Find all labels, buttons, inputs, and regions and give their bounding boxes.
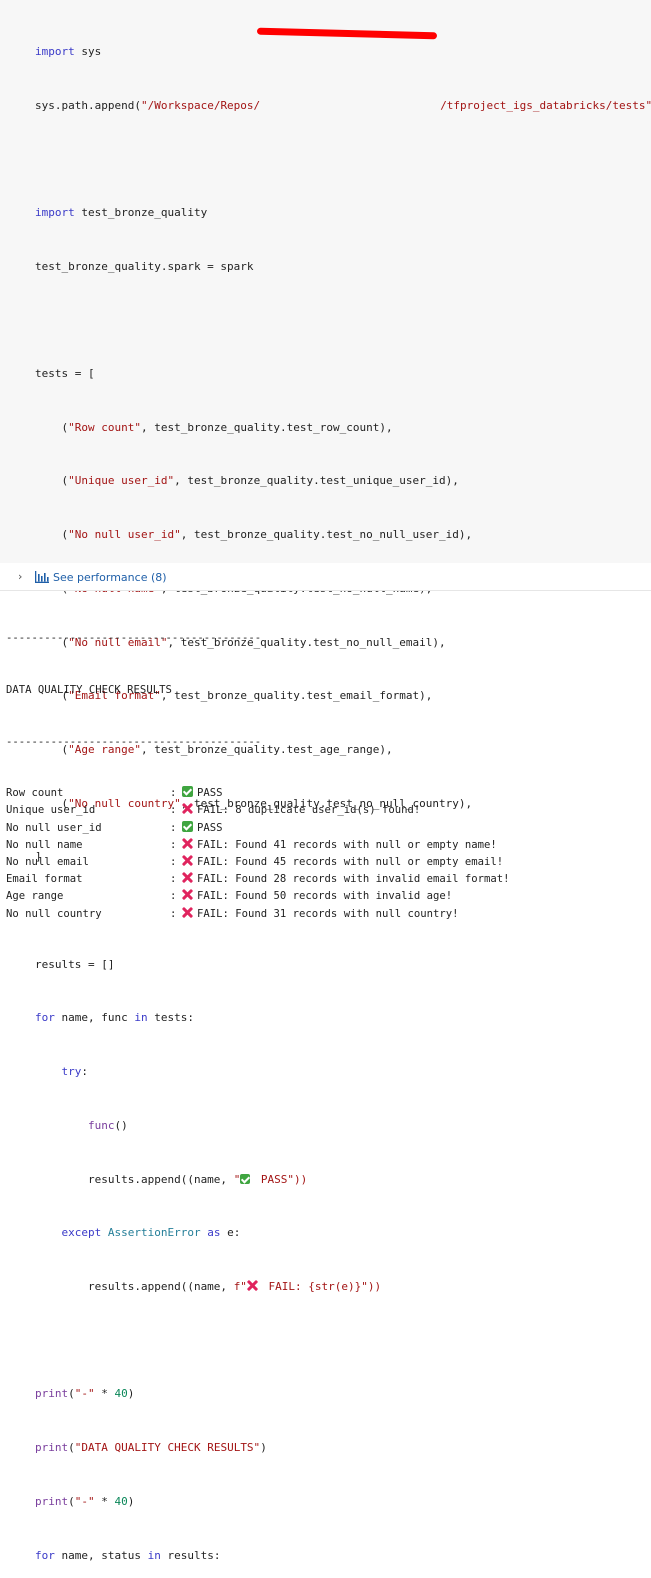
cross-mark-icon <box>182 907 193 918</box>
output-row-colon: : <box>170 855 177 868</box>
output-row: No null country: FAIL: Found 31 records w… <box>6 906 646 923</box>
output-row-colon: : <box>170 890 177 903</box>
code-line: results.append((name, " PASS")) <box>35 1172 308 1186</box>
output-row-status: FAIL: Found 28 records with invalid emai… <box>197 873 510 886</box>
code-cell[interactable]: import sys sys.path.append("/Workspace/R… <box>0 0 651 1562</box>
output-separator: ---------------------------------------- <box>6 735 262 748</box>
code-line: except AssertionError as e: <box>61 1226 241 1240</box>
output-row: Age range: FAIL: Found 50 records with in… <box>6 888 646 905</box>
output-row-status: FAIL: Found 41 records with null or empt… <box>197 838 497 851</box>
path-suffix: /tfproject_igs_databricks/tests") <box>440 98 651 112</box>
output-header: DATA QUALITY CHECK RESULTS <box>6 684 172 696</box>
code-line: test_bronze_quality.spark = spark <box>35 259 254 273</box>
code-line: results.append((name, f" FAIL: {str(e)}"… <box>35 1279 382 1293</box>
check-mark-icon <box>182 820 193 832</box>
code-line: ("No null user_id", test_bronze_quality.… <box>35 528 473 542</box>
cross-mark-icon <box>182 838 193 849</box>
output-row-colon: : <box>170 804 177 817</box>
bar-chart-icon <box>35 571 49 583</box>
output-row-status: FAIL: Found 31 records with null country… <box>197 907 459 920</box>
code-line: ("Row count", test_bronze_quality.test_r… <box>35 420 393 434</box>
cross-mark-icon <box>182 855 193 866</box>
output-row-name: No null name <box>6 838 83 851</box>
code-line: results = [] <box>35 957 115 971</box>
code-line: for name, func in tests: <box>35 1011 194 1025</box>
output-row: Email format: FAIL: Found 28 records with… <box>6 871 646 888</box>
code-line: try: <box>61 1065 89 1079</box>
output-row: No null user_id: PASS <box>6 820 646 837</box>
code-line: print("-" * 40) <box>35 1387 135 1401</box>
code-line: ("Unique user_id", test_bronze_quality.t… <box>35 474 459 488</box>
output-row-status: PASS <box>197 821 223 834</box>
output-row-colon: : <box>170 838 177 851</box>
output-row-colon: : <box>170 873 177 886</box>
output-row: No null name: FAIL: Found 41 records with… <box>6 837 646 854</box>
code-line: func() <box>87 1118 128 1132</box>
output-separator: ---------------------------------------- <box>6 632 262 645</box>
cross-mark-icon <box>182 803 193 814</box>
code-line: import test_bronze_quality <box>35 205 208 219</box>
output-row-status: FAIL: 8 duplicate user_id(s) found! <box>197 804 421 817</box>
output-row-name: Unique user_id <box>6 804 96 817</box>
cell-output: ----------------------------------------… <box>6 596 646 940</box>
cross-mark-icon <box>182 872 193 883</box>
output-row-name: No null user_id <box>6 821 102 834</box>
output-row-name: Row count <box>6 787 64 800</box>
chevron-right-icon: › <box>18 570 23 583</box>
code-line: print("-" * 40) <box>35 1494 135 1508</box>
output-row-name: No null email <box>6 855 89 868</box>
output-row-status: FAIL: Found 50 records with invalid age! <box>197 890 453 903</box>
see-performance-label[interactable]: See performance (8) <box>53 571 167 584</box>
output-row: No null email: FAIL: Found 45 records wit… <box>6 854 646 871</box>
code-line: import sys <box>35 44 102 58</box>
output-row-name: Email format <box>6 873 83 886</box>
check-mark-icon <box>240 1173 251 1184</box>
output-row-colon: : <box>170 907 177 920</box>
code-line: for name, status in results: <box>35 1548 221 1562</box>
output-row-name: No null country <box>6 907 102 920</box>
output-row-name: Age range <box>6 890 64 903</box>
code-line: tests = [ <box>35 367 95 381</box>
cross-mark-icon <box>247 1280 258 1291</box>
check-mark-icon <box>182 786 193 798</box>
output-row-colon: : <box>170 787 177 800</box>
cross-mark-icon <box>182 889 193 900</box>
output-row: Row count: PASS <box>6 785 646 802</box>
output-row-status: FAIL: Found 45 records with null or empt… <box>197 855 504 868</box>
output-row: Unique user_id: FAIL: 8 duplicate user_id… <box>6 802 646 819</box>
code-line: sys.path.append("/Workspace/Repos//tfpro… <box>35 97 651 115</box>
output-row-colon: : <box>170 821 177 834</box>
see-performance-toggle[interactable]: › See performance (8) <box>0 563 651 591</box>
code-line: print("DATA QUALITY CHECK RESULTS") <box>35 1441 267 1455</box>
